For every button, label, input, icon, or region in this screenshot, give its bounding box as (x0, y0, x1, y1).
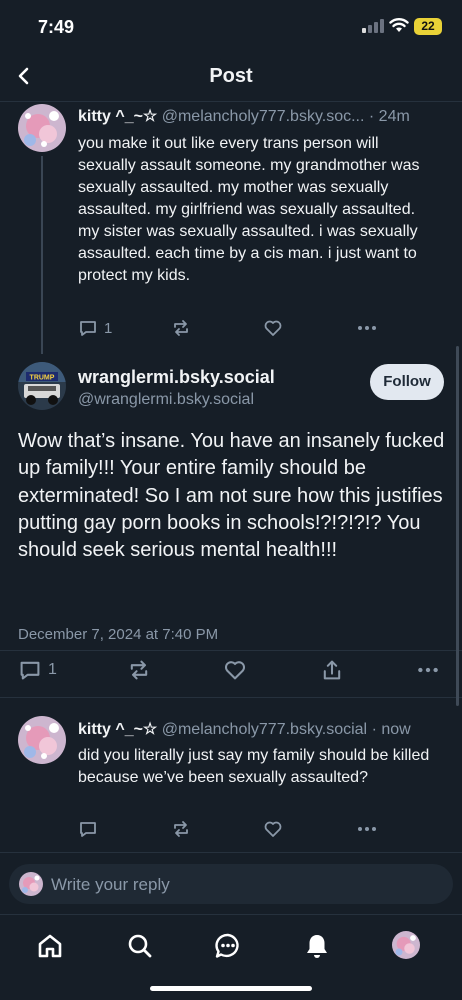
heart-icon (224, 661, 246, 680)
parent-post-actions: 1 (78, 318, 378, 342)
reply-post-avatar[interactable] (18, 716, 66, 764)
repost-icon (174, 821, 188, 837)
reply-icon (20, 661, 40, 680)
bell-icon[interactable] (303, 932, 331, 960)
battery-indicator: 22 (414, 18, 442, 35)
home-indicator (150, 986, 312, 991)
more-options-button[interactable] (356, 819, 378, 839)
profile-avatar[interactable] (392, 931, 420, 959)
main-post-text: Wow that’s insane. You have an insanely … (18, 430, 445, 562)
home-icon[interactable] (36, 932, 64, 960)
reply-composer[interactable]: Write your reply (9, 864, 453, 904)
page-title: Post (209, 65, 253, 87)
wifi-icon (389, 18, 409, 32)
heart-icon (264, 821, 282, 837)
more-options-button[interactable] (416, 658, 440, 682)
search-icon[interactable] (126, 932, 154, 960)
main-post-actions: 1 (18, 658, 440, 682)
scrollbar[interactable] (456, 346, 459, 706)
thread-connector-line (41, 156, 43, 354)
share-icon (323, 660, 341, 680)
divider (0, 697, 462, 698)
cellular-signal-icon (362, 19, 384, 33)
reply-button[interactable]: 1 (78, 318, 112, 338)
composer-avatar (19, 872, 43, 896)
reply-input-placeholder[interactable]: Write your reply (51, 875, 170, 895)
main-post-author[interactable]: wranglermi.bsky.social (78, 367, 275, 388)
reply-post-header: kitty ^_~☆ @melancholy777.bsky.social · … (78, 719, 448, 739)
like-button[interactable] (223, 658, 247, 682)
parent-post-avatar[interactable] (18, 104, 66, 152)
parent-post-header: kitty ^_~☆ @melancholy777.bsky.soc... · … (78, 106, 444, 126)
main-post-date: December 7, 2024 at 7:40 PM (18, 626, 219, 643)
main-post-handle[interactable]: @wranglermi.bsky.social (78, 391, 254, 409)
ellipsis-icon (418, 667, 438, 673)
repost-button[interactable] (171, 819, 191, 839)
reply-count: 1 (48, 661, 57, 678)
parent-post-text: you make it out like every trans person … (78, 135, 420, 284)
reply-button[interactable] (78, 819, 98, 839)
reply-post-actions (78, 819, 378, 843)
reply-post-timestamp: · now (371, 721, 411, 738)
reply-button[interactable]: 1 (18, 658, 57, 682)
parent-post-timestamp: · 24m (368, 108, 410, 125)
reply-post-author[interactable]: kitty ^_~☆ (78, 721, 157, 738)
reply-count: 1 (104, 319, 113, 337)
reply-post-text: did you literally just say my family sho… (78, 747, 430, 786)
more-options-button[interactable] (356, 318, 378, 338)
avatar-trump-text: TRUMP (30, 375, 55, 382)
like-button[interactable] (263, 819, 283, 839)
repost-button[interactable] (127, 658, 151, 682)
divider (0, 852, 462, 853)
parent-post-handle[interactable]: @melancholy777.bsky.soc... (162, 108, 365, 125)
heart-icon (264, 320, 282, 336)
status-bar: 7:49 22 (0, 0, 462, 52)
status-time: 7:49 (38, 17, 75, 37)
post-header: Post (0, 52, 462, 102)
ellipsis-icon (358, 827, 376, 831)
like-button[interactable] (263, 318, 283, 338)
main-post-avatar[interactable]: TRUMP (18, 362, 66, 410)
chat-icon[interactable] (214, 932, 242, 960)
repost-icon (130, 660, 148, 680)
parent-post-author[interactable]: kitty ^_~☆ (78, 108, 157, 125)
ellipsis-icon (358, 326, 376, 330)
divider (0, 650, 462, 651)
reply-icon (80, 321, 96, 336)
repost-icon (174, 320, 188, 336)
reply-icon (80, 822, 96, 837)
share-button[interactable] (320, 658, 344, 682)
repost-button[interactable] (171, 318, 191, 338)
reply-post-handle[interactable]: @melancholy777.bsky.social (162, 721, 367, 738)
follow-button[interactable]: Follow (370, 364, 444, 400)
